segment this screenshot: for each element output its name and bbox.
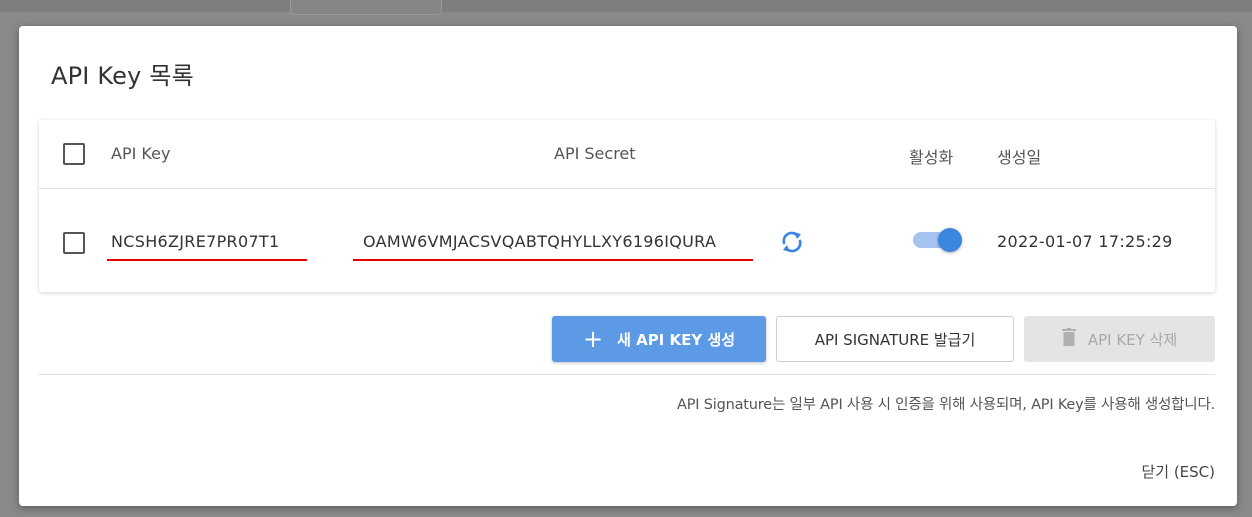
- api-key-list-modal: API Key 목록 API Key API Secret 활성화 생성일 NC…: [19, 26, 1237, 506]
- plus-icon: +: [582, 325, 604, 353]
- trash-icon: [1061, 328, 1076, 350]
- api-secret-value: OAMW6VMJACSVQABTQHYLLXY6196IQURA: [363, 232, 717, 251]
- delete-api-key-label: API KEY 삭제: [1087, 330, 1178, 349]
- table-header: API Key API Secret 활성화 생성일: [39, 120, 1215, 189]
- refresh-icon[interactable]: [779, 229, 805, 259]
- api-signature-label: API SIGNATURE 발급기: [814, 330, 976, 349]
- signature-note: API Signature는 일부 API 사용 시 인증을 위해 사용되며, …: [677, 397, 1215, 413]
- modal-title: API Key 목록: [51, 62, 194, 90]
- api-key-value: NCSH6ZJRE7PR07T1: [111, 232, 280, 251]
- create-api-key-button[interactable]: + 새 API KEY 생성: [552, 316, 766, 362]
- create-api-key-label: 새 API KEY 생성: [617, 330, 736, 349]
- api-signature-button[interactable]: API SIGNATURE 발급기: [776, 316, 1014, 362]
- api-key-highlight: [107, 259, 307, 261]
- select-all-checkbox[interactable]: [63, 143, 85, 165]
- divider: [39, 374, 1215, 375]
- toggle-knob: [938, 228, 962, 252]
- delete-api-key-button[interactable]: API KEY 삭제: [1024, 316, 1215, 362]
- api-secret-highlight: [353, 259, 753, 261]
- close-button[interactable]: 닫기 (ESC): [1141, 461, 1215, 482]
- created-date: 2022-01-07 17:25:29: [997, 232, 1173, 251]
- column-header-active: 활성화: [909, 148, 954, 167]
- row-checkbox[interactable]: [63, 232, 85, 254]
- backdrop: [0, 0, 1252, 12]
- api-key-table: API Key API Secret 활성화 생성일 NCSH6ZJRE7PR0…: [39, 120, 1215, 292]
- backdrop-element: [290, 0, 442, 15]
- column-header-api-key: API Key: [111, 144, 171, 163]
- column-header-created: 생성일: [997, 148, 1042, 167]
- active-toggle[interactable]: [911, 227, 963, 253]
- column-header-api-secret: API Secret: [554, 144, 636, 163]
